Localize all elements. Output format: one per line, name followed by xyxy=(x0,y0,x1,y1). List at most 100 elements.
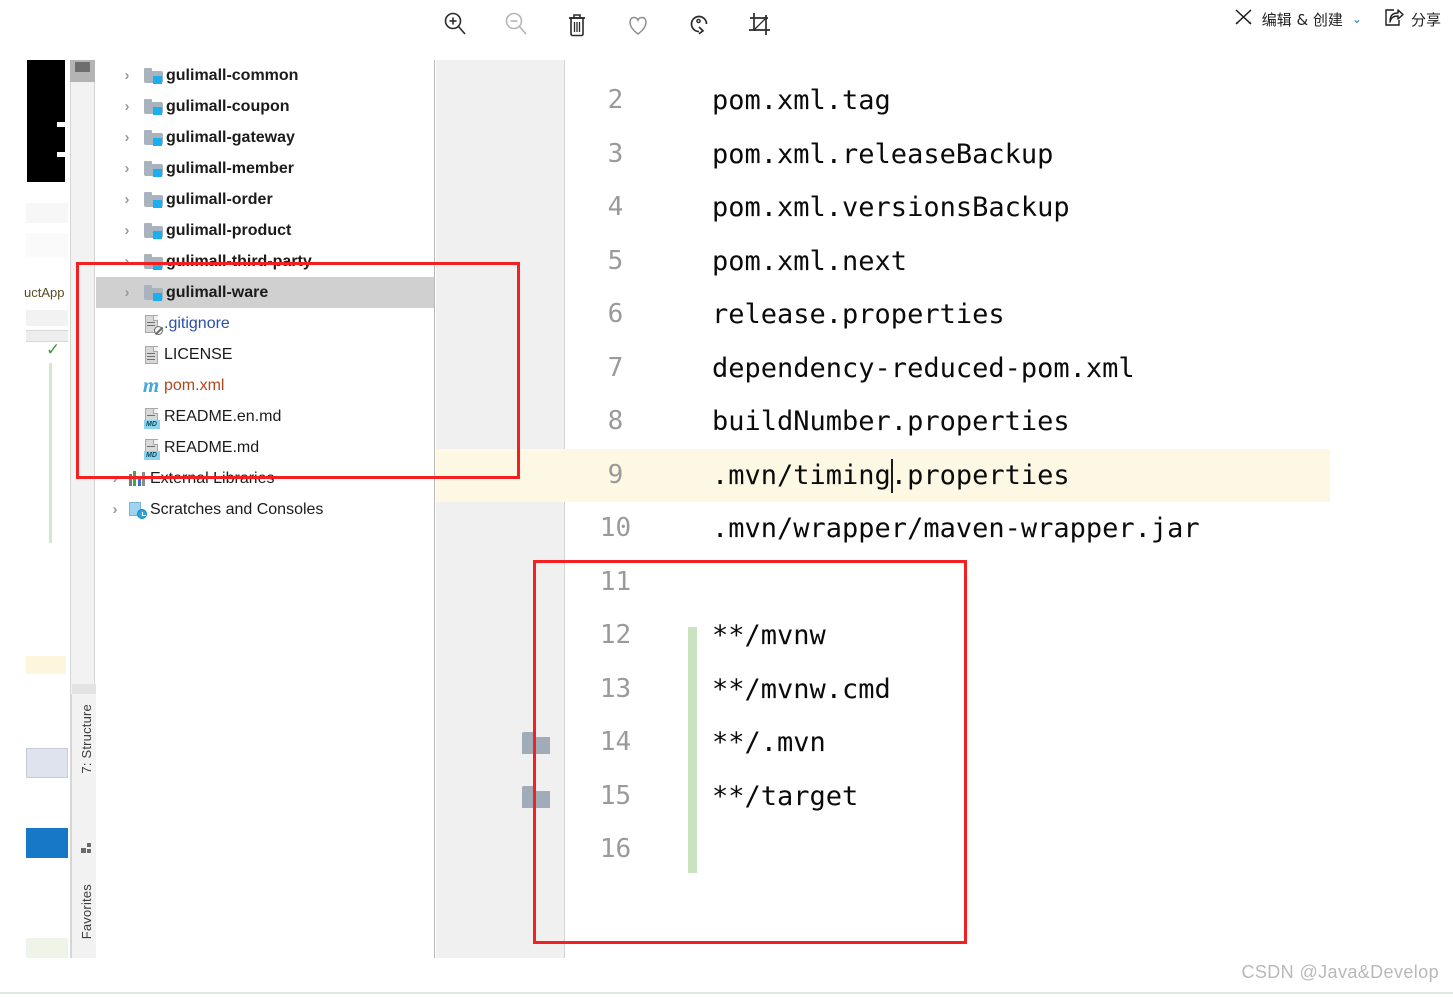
line-number: 3 xyxy=(607,138,624,169)
tree-item-gulimall-ware[interactable]: › gulimall-ware xyxy=(96,277,434,308)
expand-chevron-icon[interactable]: › xyxy=(114,222,140,239)
line-number: 9 xyxy=(607,459,624,490)
expand-chevron-icon[interactable]: › xyxy=(114,253,140,270)
background-light-blue-fragment xyxy=(26,748,68,778)
tree-item-label: gulimall-third-party xyxy=(166,252,312,270)
tree-item-label: gulimall-product xyxy=(166,221,292,239)
tree-item-gulimall-member[interactable]: › gulimall-member xyxy=(96,153,434,184)
code-line[interactable]: **/target xyxy=(712,770,858,824)
line-number: 2 xyxy=(607,85,624,115)
tree-item-gulimall-coupon[interactable]: › gulimall-coupon xyxy=(96,91,434,122)
tree-item-readme-md[interactable]: MD README.md xyxy=(96,432,434,463)
editor-code-area[interactable]: 2 pom.xml.tag 3 pom.xml.releaseBackup 4 pom.x… xyxy=(436,60,1453,958)
background-fragment-row xyxy=(26,310,68,326)
line-number: 15 xyxy=(599,780,632,811)
module-folder-icon xyxy=(140,222,166,239)
code-line[interactable]: pom.xml.next xyxy=(712,235,907,289)
edit-and-create-button[interactable]: 编辑 & 创建 ⌄ xyxy=(1233,6,1362,32)
project-tree-panel[interactable]: › gulimall-common › gulimall-coupon › gulimal… xyxy=(96,60,435,958)
line-number: 13 xyxy=(599,673,632,704)
tree-item-gulimall-product[interactable]: › gulimall-product xyxy=(96,215,434,246)
line-number: 10 xyxy=(599,513,632,543)
tree-item-label: README.en.md xyxy=(164,407,282,425)
watermark: CSDN @Java&Develop xyxy=(1241,962,1439,982)
expand-chevron-icon[interactable]: › xyxy=(114,98,140,115)
code-line[interactable]: pom.xml.tag xyxy=(712,74,891,128)
strip-cap xyxy=(72,684,99,694)
tree-item-gulimall-common[interactable]: › gulimall-common xyxy=(96,60,434,91)
gutter-folder-icon xyxy=(522,732,550,754)
tree-item-pom-xml[interactable]: m pom.xml xyxy=(96,370,434,401)
expand-chevron-icon[interactable]: › xyxy=(114,160,140,177)
vcs-change-marker[interactable] xyxy=(688,627,697,874)
expand-chevron-icon[interactable]: › xyxy=(114,67,140,84)
tree-item-label: .gitignore xyxy=(164,314,230,332)
tree-item-label: gulimall-common xyxy=(166,66,299,84)
code-line[interactable]: buildNumber.properties xyxy=(712,395,1070,449)
background-green-marker xyxy=(49,363,52,543)
delete-icon[interactable] xyxy=(559,6,595,42)
crop-icon[interactable] xyxy=(742,6,778,42)
line-number: 14 xyxy=(599,727,632,757)
expand-chevron-icon[interactable]: › xyxy=(114,284,140,301)
scratches-icon xyxy=(124,501,150,519)
module-folder-icon xyxy=(140,253,166,270)
tree-item-scratches-and-consoles[interactable]: › Scratches and Consoles xyxy=(96,494,434,525)
line-number: 8 xyxy=(607,406,624,436)
line-number: 12 xyxy=(599,620,632,650)
line-number: 16 xyxy=(599,834,632,864)
tree-item-gulimall-third-party[interactable]: › gulimall-third-party xyxy=(96,246,434,277)
expand-chevron-icon[interactable]: › xyxy=(106,470,124,487)
tree-item-label: External Libraries xyxy=(150,469,275,487)
code-line[interactable]: **/mvnw xyxy=(712,609,826,663)
code-line[interactable]: **/.mvn xyxy=(712,716,826,770)
tree-item-label: Scratches and Consoles xyxy=(150,500,324,518)
page-root: 编辑 & 创建 ⌄ 分享 uctApp ✓ 7: Structure Favor… xyxy=(0,0,1453,997)
line-number: 5 xyxy=(607,245,624,276)
edit-and-create-label: 编辑 & 创建 xyxy=(1261,10,1343,29)
code-line[interactable]: pom.xml.releaseBackup xyxy=(712,128,1053,182)
expand-chevron-icon[interactable]: › xyxy=(106,501,124,518)
code-line[interactable]: pom.xml.versionsBackup xyxy=(712,181,1070,235)
module-folder-icon xyxy=(140,160,166,177)
bottom-divider xyxy=(0,992,1453,994)
code-line[interactable]: .mvn/wrapper/maven-wrapper.jar xyxy=(712,502,1200,556)
scrollbar-thumb[interactable] xyxy=(70,60,95,82)
background-green-fragment xyxy=(26,938,68,958)
code-line[interactable]: release.properties xyxy=(712,288,1005,342)
code-editor[interactable]: 2 pom.xml.tag 3 pom.xml.releaseBackup 4 pom.x… xyxy=(436,60,1453,958)
zoom-in-icon[interactable] xyxy=(437,6,473,42)
line-number: 6 xyxy=(607,299,624,329)
tree-item-license[interactable]: LICENSE xyxy=(96,339,434,370)
tree-item-external-libraries[interactable]: › External Libraries xyxy=(96,463,434,494)
check-icon: ✓ xyxy=(46,340,61,359)
tree-item-label: pom.xml xyxy=(164,376,225,394)
module-folder-icon xyxy=(140,67,166,84)
line-number: 4 xyxy=(607,192,624,222)
tree-item-gitignore[interactable]: .gitignore xyxy=(96,308,434,339)
module-folder-icon xyxy=(140,191,166,208)
share-button[interactable]: 分享 xyxy=(1382,6,1441,32)
markdown-file-icon: MD xyxy=(138,438,164,460)
rotate-icon[interactable] xyxy=(681,6,717,42)
code-line[interactable]: **/mvnw.cmd xyxy=(712,663,891,717)
favorite-icon[interactable] xyxy=(620,6,656,42)
chevron-down-icon[interactable]: ⌄ xyxy=(1352,12,1362,26)
tree-item-label: gulimall-ware xyxy=(166,283,269,301)
tree-item-label: gulimall-order xyxy=(166,190,273,208)
expand-chevron-icon[interactable]: › xyxy=(114,129,140,146)
tree-item-gulimall-order[interactable]: › gulimall-order xyxy=(96,184,434,215)
external-libraries-icon xyxy=(124,471,150,486)
tree-item-label: LICENSE xyxy=(164,345,233,363)
expand-chevron-icon[interactable]: › xyxy=(114,191,140,208)
editor-gutter[interactable] xyxy=(436,60,565,958)
zoom-out-icon[interactable] xyxy=(498,6,534,42)
code-line[interactable]: dependency-reduced-pom.xml xyxy=(712,342,1135,396)
gutter-folder-icon xyxy=(522,785,550,808)
tree-item-gulimall-gateway[interactable]: › gulimall-gateway xyxy=(96,122,434,153)
tree-item-label: gulimall-member xyxy=(166,159,295,177)
background-fragment-row xyxy=(26,203,68,223)
share-label: 分享 xyxy=(1410,10,1441,29)
tree-item-readme-en-md[interactable]: MD README.en.md xyxy=(96,401,434,432)
module-folder-icon xyxy=(140,284,166,301)
